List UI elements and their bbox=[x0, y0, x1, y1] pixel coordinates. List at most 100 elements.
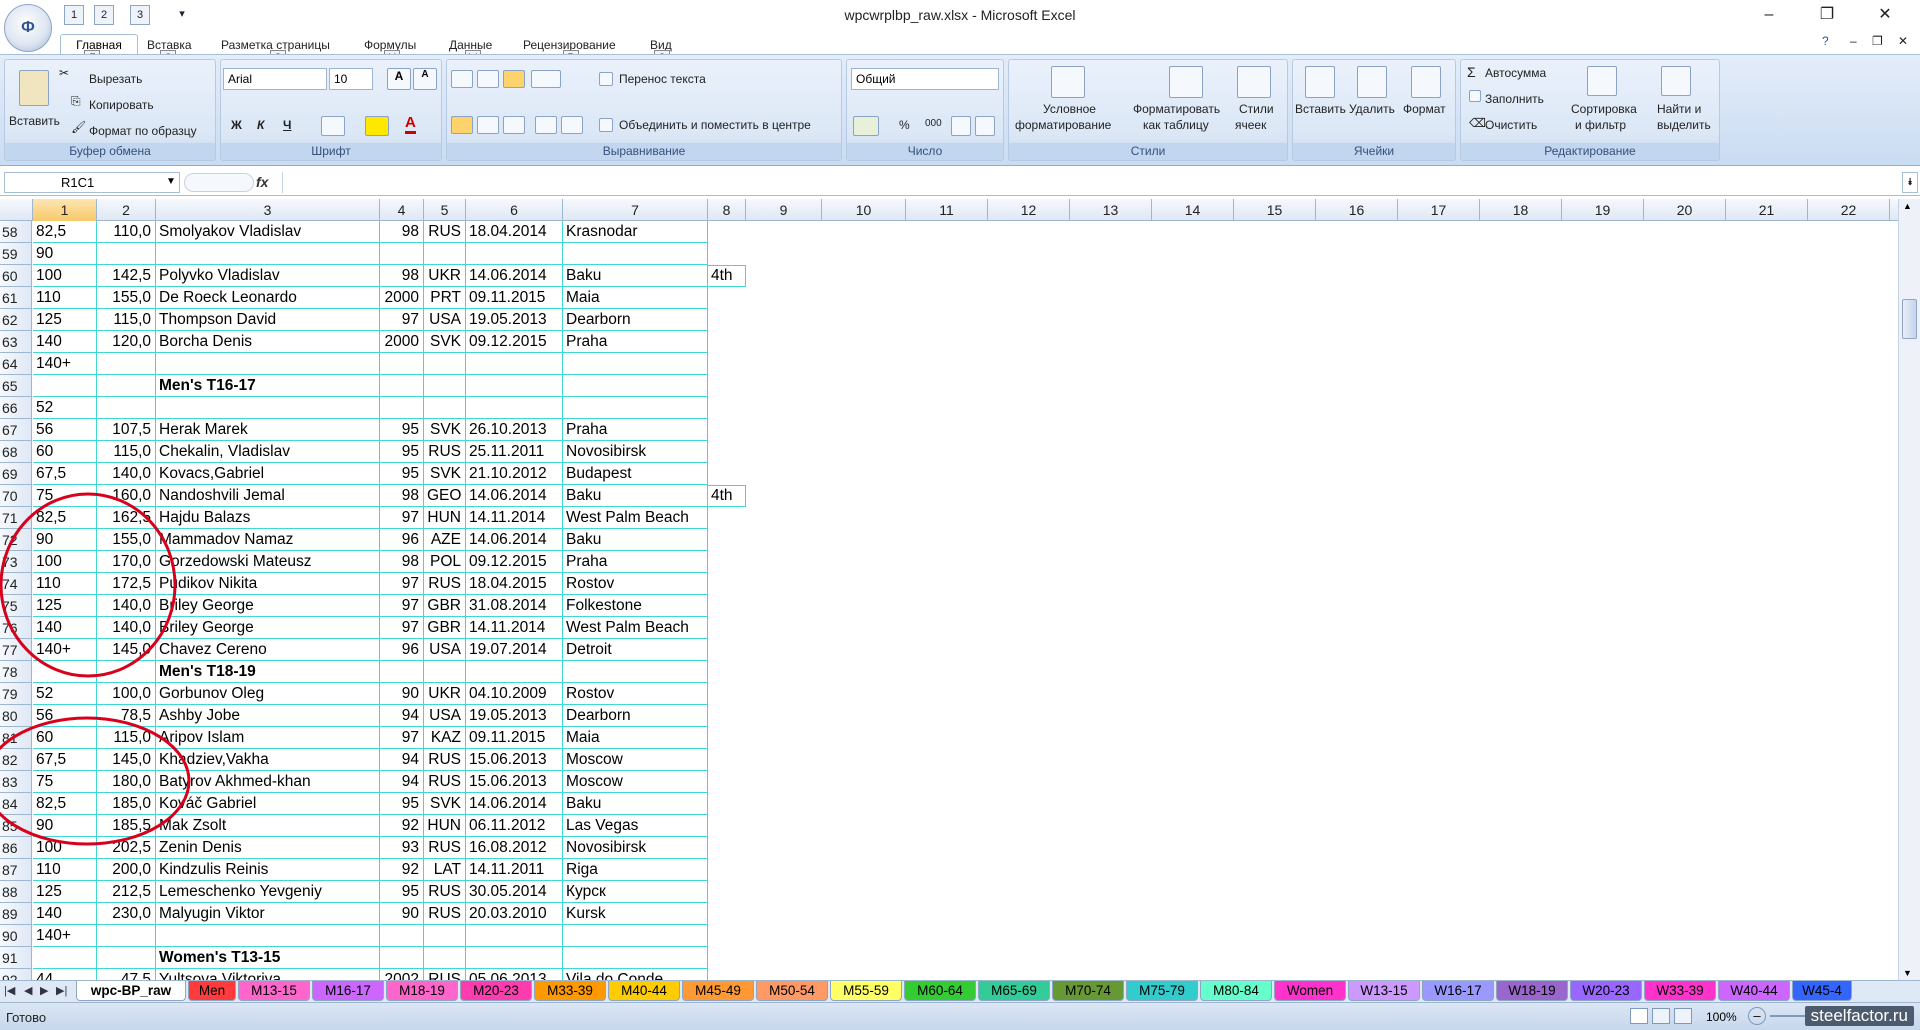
conditional-format-label-2[interactable]: форматирование bbox=[1015, 118, 1111, 132]
table-cell[interactable]: 98 bbox=[380, 265, 424, 287]
sheet-tab[interactable]: W13-15 bbox=[1348, 981, 1420, 1001]
table-cell[interactable]: 97 bbox=[380, 309, 424, 331]
vertical-scrollbar[interactable]: ▲ ▼ bbox=[1898, 199, 1920, 980]
row-header[interactable]: 71 bbox=[0, 507, 31, 529]
table-cell[interactable]: KAZ bbox=[424, 727, 466, 749]
table-cell[interactable]: 52 bbox=[33, 683, 97, 705]
row-header[interactable]: 88 bbox=[0, 881, 31, 903]
formula-bar-splitter[interactable] bbox=[184, 173, 254, 192]
row-header[interactable]: 64 bbox=[0, 353, 31, 375]
insert-function-button[interactable]: fx bbox=[256, 174, 268, 190]
table-cell[interactable]: PRT bbox=[424, 287, 466, 309]
sheet-tab[interactable]: M40-44 bbox=[608, 981, 680, 1001]
row-header[interactable]: 83 bbox=[0, 771, 31, 793]
table-cell[interactable]: Herak Marek bbox=[156, 419, 380, 441]
table-cell[interactable]: 60 bbox=[33, 441, 97, 463]
table-cell[interactable]: Gorzedowski Mateusz bbox=[156, 551, 380, 573]
table-cell[interactable]: 06.11.2012 bbox=[466, 815, 563, 837]
table-cell[interactable]: 78,5 bbox=[97, 705, 156, 727]
table-cell[interactable]: 107,5 bbox=[97, 419, 156, 441]
table-cell[interactable]: Pudikov Nikita bbox=[156, 573, 380, 595]
align-center-icon[interactable] bbox=[477, 116, 499, 134]
table-cell[interactable]: 96 bbox=[380, 639, 424, 661]
shrink-font-icon[interactable]: A bbox=[413, 68, 437, 90]
table-cell[interactable]: 110 bbox=[33, 287, 97, 309]
table-cell[interactable]: 230,0 bbox=[97, 903, 156, 925]
table-cell[interactable]: 14.06.2014 bbox=[466, 485, 563, 507]
table-cell[interactable]: 142,5 bbox=[97, 265, 156, 287]
table-cell[interactable] bbox=[563, 947, 708, 969]
table-cell[interactable]: Briley George bbox=[156, 617, 380, 639]
scroll-thumb[interactable] bbox=[1902, 299, 1917, 339]
table-cell[interactable]: UKR bbox=[424, 683, 466, 705]
bold-button[interactable]: Ж bbox=[231, 118, 242, 132]
column-header[interactable]: 19 bbox=[1562, 199, 1644, 221]
copy-button[interactable]: Копировать bbox=[89, 98, 154, 112]
column-header[interactable]: 10 bbox=[822, 199, 906, 221]
table-cell[interactable]: SVK bbox=[424, 419, 466, 441]
table-cell[interactable]: 15.06.2013 bbox=[466, 771, 563, 793]
table-cell[interactable]: 2000 bbox=[380, 287, 424, 309]
delete-cells-button[interactable]: Удалить bbox=[1349, 102, 1395, 116]
thousands-button[interactable]: 000 bbox=[925, 118, 942, 129]
table-cell[interactable]: RUS bbox=[424, 969, 466, 980]
column-header[interactable]: 22 bbox=[1808, 199, 1890, 221]
table-cell[interactable] bbox=[466, 947, 563, 969]
insert-cells-button[interactable]: Вставить bbox=[1295, 102, 1346, 116]
table-cell[interactable] bbox=[380, 243, 424, 265]
table-cell[interactable]: RUS bbox=[424, 749, 466, 771]
table-cell[interactable]: SVK bbox=[424, 793, 466, 815]
table-cell[interactable]: Aripov Islam bbox=[156, 727, 380, 749]
table-cell[interactable]: Men's T18-19 bbox=[156, 661, 380, 683]
row-header[interactable]: 91 bbox=[0, 947, 31, 969]
table-cell[interactable]: 2002 bbox=[380, 969, 424, 980]
table-cell[interactable]: Chekalin, Vladislav bbox=[156, 441, 380, 463]
table-cell[interactable]: Women's T13-15 bbox=[156, 947, 380, 969]
table-cell[interactable]: 98 bbox=[380, 551, 424, 573]
table-cell[interactable]: Baku bbox=[563, 793, 708, 815]
table-cell[interactable]: Nandoshvili Jemal bbox=[156, 485, 380, 507]
table-cell[interactable]: 95 bbox=[380, 419, 424, 441]
normal-view-icon[interactable] bbox=[1630, 1008, 1648, 1024]
table-cell[interactable]: 110,0 bbox=[97, 221, 156, 243]
table-cell[interactable] bbox=[33, 661, 97, 683]
table-cell[interactable]: 92 bbox=[380, 859, 424, 881]
table-cell[interactable]: Dearborn bbox=[563, 309, 708, 331]
restore-icon[interactable]: ❐ bbox=[1804, 2, 1850, 28]
table-cell[interactable] bbox=[563, 375, 708, 397]
table-cell[interactable]: 92 bbox=[380, 815, 424, 837]
table-cell[interactable]: Men's T16-17 bbox=[156, 375, 380, 397]
table-cell[interactable]: Praha bbox=[563, 331, 708, 353]
table-cell[interactable]: 19.07.2014 bbox=[466, 639, 563, 661]
sheet-tab[interactable]: W16-17 bbox=[1422, 981, 1494, 1001]
row-header[interactable]: 58 bbox=[0, 221, 31, 243]
sheet-tab[interactable]: M33-39 bbox=[534, 981, 606, 1001]
merge-center-button[interactable]: Объединить и поместить в центре bbox=[619, 118, 811, 132]
table-cell[interactable]: 14.06.2014 bbox=[466, 265, 563, 287]
table-cell[interactable]: 155,0 bbox=[97, 529, 156, 551]
sheet-tab[interactable]: M50-54 bbox=[756, 981, 828, 1001]
table-cell[interactable] bbox=[466, 925, 563, 947]
table-cell[interactable] bbox=[156, 397, 380, 419]
table-cell[interactable]: 97 bbox=[380, 595, 424, 617]
table-cell[interactable]: 09.12.2015 bbox=[466, 331, 563, 353]
row-header[interactable]: 81 bbox=[0, 727, 31, 749]
table-cell[interactable]: Moscow bbox=[563, 771, 708, 793]
row-header[interactable]: 86 bbox=[0, 837, 31, 859]
table-cell[interactable]: 94 bbox=[380, 749, 424, 771]
table-cell[interactable]: 97 bbox=[380, 573, 424, 595]
sheet-tab[interactable]: M20-23 bbox=[460, 981, 532, 1001]
table-cell[interactable]: 15.06.2013 bbox=[466, 749, 563, 771]
column-header[interactable]: 14 bbox=[1152, 199, 1234, 221]
table-cell[interactable]: 185,5 bbox=[97, 815, 156, 837]
align-left-icon[interactable] bbox=[451, 116, 473, 134]
currency-icon[interactable] bbox=[853, 116, 879, 136]
table-cell[interactable]: 140 bbox=[33, 331, 97, 353]
table-cell[interactable]: Курск bbox=[563, 881, 708, 903]
table-cell[interactable]: 52 bbox=[33, 397, 97, 419]
table-cell[interactable]: 75 bbox=[33, 485, 97, 507]
table-cell[interactable]: Hajdu Balazs bbox=[156, 507, 380, 529]
table-cell[interactable]: 97 bbox=[380, 727, 424, 749]
first-sheet-icon[interactable]: |◀ bbox=[4, 984, 15, 997]
table-cell[interactable]: 14.06.2014 bbox=[466, 793, 563, 815]
